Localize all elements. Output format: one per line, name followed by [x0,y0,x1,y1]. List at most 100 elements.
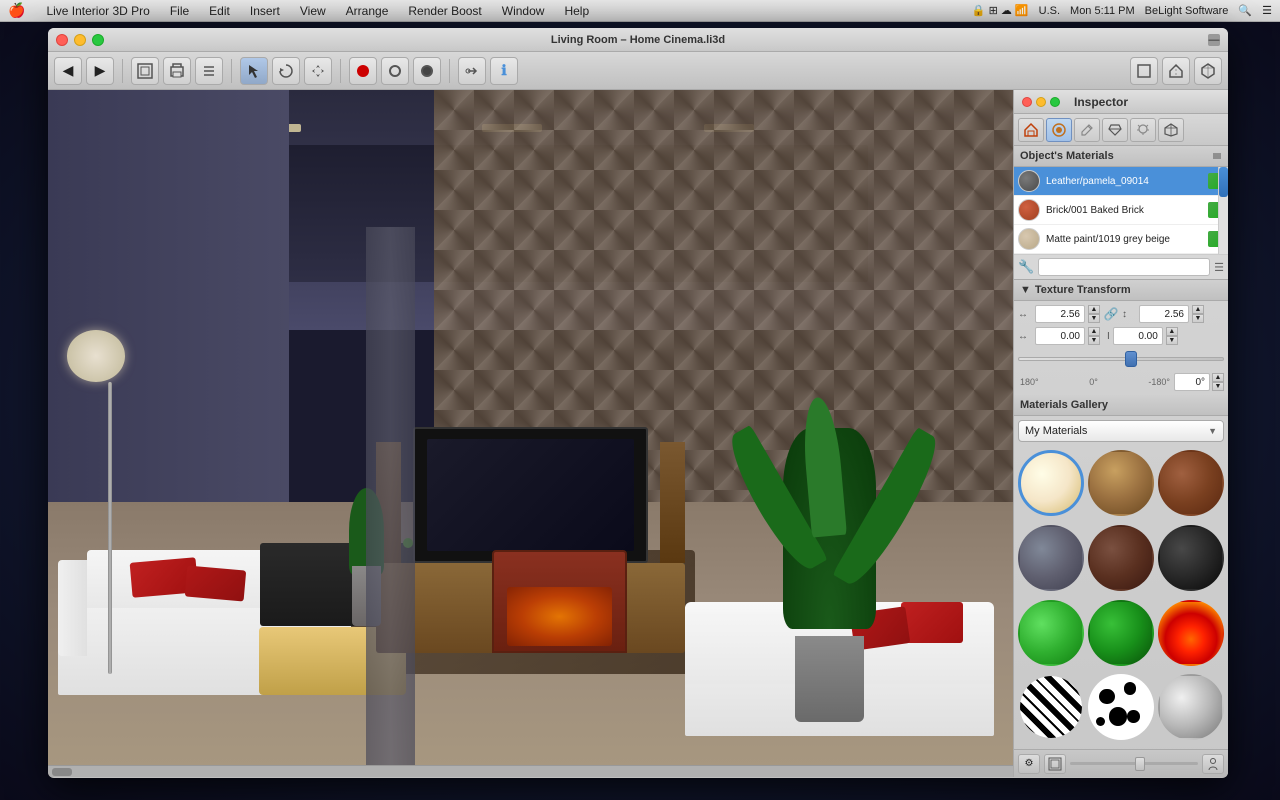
material-item-leather[interactable]: Leather/pamela_09014 [1014,167,1228,196]
list-button[interactable] [195,57,223,85]
width-step-down[interactable]: ▼ [1088,314,1100,323]
house-view-button[interactable] [1162,57,1190,85]
search-icon[interactable]: 🔍 [1238,4,1252,17]
height-stepper[interactable]: ▲ ▼ [1192,305,1204,323]
height-step-up[interactable]: ▲ [1192,305,1204,314]
menu-insert[interactable]: Insert [247,4,283,18]
menu-arrange[interactable]: Arrange [343,4,392,18]
rotation-slider-container [1018,349,1224,369]
offset-x-step-up[interactable]: ▲ [1088,327,1100,336]
camera-button[interactable] [381,57,409,85]
inspector-settings-button[interactable]: ⚙ [1018,754,1040,774]
width-step-up[interactable]: ▲ [1088,305,1100,314]
offset-x-step-down[interactable]: ▼ [1088,336,1100,345]
material-item-brick[interactable]: Brick/001 Baked Brick [1014,196,1228,225]
inspector-minimize[interactable] [1036,97,1046,107]
inspector-title: Inspector [1074,95,1128,109]
offset-y-field[interactable]: 0.00 [1113,327,1163,345]
section-options-icon[interactable] [1212,151,1222,161]
swatch-dark-green[interactable] [1088,600,1154,666]
toolbar-separator-1 [122,59,123,83]
back-button[interactable]: ◀ [54,57,82,85]
inspector-close[interactable] [1022,97,1032,107]
rotation-bottom-row: 180° 0° -180° 0° ▲ ▼ [1018,373,1224,391]
menu-file[interactable]: File [167,4,192,18]
menu-edit[interactable]: Edit [206,4,233,18]
menu-window[interactable]: Window [499,4,548,18]
offset-y-step-down[interactable]: ▼ [1166,336,1178,345]
material-swatch-leather [1018,170,1040,192]
swatch-zebra[interactable] [1018,674,1084,740]
offset-y-step-up[interactable]: ▲ [1166,327,1178,336]
offset-y-stepper[interactable]: ▲ ▼ [1166,327,1178,345]
inspector-zoom[interactable] [1050,97,1060,107]
forward-button[interactable]: ▶ [86,57,114,85]
select-tool[interactable] [240,57,268,85]
inspector-fit-button[interactable] [1044,754,1066,774]
material-item-matte[interactable]: Matte paint/1019 grey beige [1014,225,1228,254]
texture-height-field[interactable]: 2.56 [1139,305,1189,323]
materials-scrollbar[interactable] [1218,167,1228,254]
inspector-tab-house[interactable] [1018,118,1044,142]
menu-app[interactable]: Live Interior 3D Pro [43,4,152,18]
rotation-thumb[interactable] [1125,351,1137,367]
rotate-tool[interactable] [272,57,300,85]
swatch-darkwood[interactable] [1088,525,1154,591]
swatch-cream[interactable] [1018,450,1084,516]
photo-button[interactable] [413,57,441,85]
3d-view-button[interactable] [1194,57,1222,85]
menu-view[interactable]: View [297,4,329,18]
texture-width-field[interactable]: 2.56 [1035,305,1085,323]
rotation-value-field[interactable]: 0° [1174,373,1210,391]
swatch-metal[interactable] [1158,674,1224,740]
rotation-step-down[interactable]: ▼ [1212,382,1224,391]
inspector-tab-gem[interactable] [1102,118,1128,142]
inspector-tab-object[interactable] [1158,118,1184,142]
window-resize-btn[interactable]: — [1208,34,1220,46]
swatch-brick[interactable] [1158,450,1224,516]
scroll-handle[interactable] [52,768,72,776]
offset-x-field[interactable]: 0.00 [1035,327,1085,345]
apple-menu[interactable]: 🍎 [8,2,25,19]
swatch-spots[interactable] [1088,674,1154,740]
maximize-button[interactable] [92,34,104,46]
swatch-fire[interactable] [1158,600,1224,666]
options-icon[interactable]: ☰ [1214,261,1224,274]
close-button[interactable] [56,34,68,46]
offset-x-stepper[interactable]: ▲ ▼ [1088,327,1100,345]
menu-help[interactable]: Help [561,4,592,18]
swatch-wood[interactable] [1088,450,1154,516]
floor-plan-button[interactable] [131,57,159,85]
materials-scroll-thumb[interactable] [1219,167,1228,197]
inspector-person-button[interactable] [1202,754,1224,774]
inspector-tab-material[interactable] [1046,118,1072,142]
rotation-stepper[interactable]: ▲ ▼ [1212,373,1224,391]
material-search-input[interactable] [1038,258,1210,276]
inspector-slider-container [1070,756,1198,772]
info-button[interactable]: ℹ [490,57,518,85]
move-tool[interactable] [304,57,332,85]
inspector-tab-edit[interactable] [1074,118,1100,142]
link-icon[interactable]: 🔗 [1103,307,1119,321]
swatch-black[interactable] [1158,525,1224,591]
gallery-dropdown[interactable]: My Materials ▼ [1018,420,1224,442]
swatch-bright-green[interactable] [1018,600,1084,666]
inspector-slider-thumb[interactable] [1135,757,1145,771]
walkthrough-button[interactable] [458,57,486,85]
width-stepper[interactable]: ▲ ▼ [1088,305,1100,323]
rotation-step-up[interactable]: ▲ [1212,373,1224,382]
record-button[interactable] [349,57,377,85]
menu-icon[interactable]: ☰ [1262,4,1272,17]
eyedropper-icon[interactable]: 🔧 [1018,259,1034,275]
2d-view-button[interactable] [1130,57,1158,85]
inspector-tab-light[interactable] [1130,118,1156,142]
menu-render[interactable]: Render Boost [405,4,484,18]
texture-transform-arrow[interactable]: ▼ [1020,284,1031,296]
3d-viewport[interactable] [48,90,1013,777]
material-search-row: 🔧 ☰ [1014,255,1228,280]
minimize-button[interactable] [74,34,86,46]
height-step-down[interactable]: ▼ [1192,314,1204,323]
print-button[interactable] [163,57,191,85]
viewport-scrollbar-bottom[interactable] [48,765,1013,777]
swatch-stone[interactable] [1018,525,1084,591]
